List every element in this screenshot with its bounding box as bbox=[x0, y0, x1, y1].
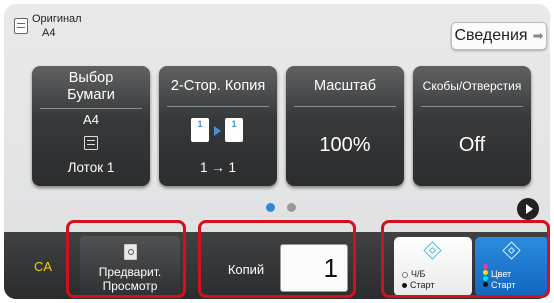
scale-tile[interactable]: Масштаб 100% bbox=[286, 66, 404, 186]
page-b-num: 1 bbox=[231, 119, 237, 129]
original-size: A4 bbox=[42, 27, 56, 39]
paper-select-title: Выбор Бумаги bbox=[67, 70, 115, 103]
paper-size-value: A4 bbox=[83, 112, 99, 127]
tray-value: Лоток 1 bbox=[67, 160, 115, 175]
page-a-num: 1 bbox=[197, 119, 203, 129]
duplex-arrow bbox=[214, 126, 221, 136]
page-dot-active[interactable] bbox=[266, 203, 275, 212]
tile-divider bbox=[40, 108, 142, 109]
tile-divider bbox=[167, 106, 269, 107]
details-label: Сведения bbox=[454, 27, 528, 44]
staple-punch-tile[interactable]: Скобы/Отверстия Off bbox=[413, 66, 531, 186]
scale-value: 100% bbox=[319, 134, 371, 156]
highlight-frame-preview bbox=[66, 220, 186, 298]
scale-title: Масштаб bbox=[313, 78, 377, 94]
page-a: 1 bbox=[191, 118, 209, 142]
duplex-value: 1 → 1 bbox=[199, 160, 237, 175]
highlight-frame-start bbox=[381, 220, 550, 298]
staple-punch-title: Скобы/Отверстия bbox=[422, 79, 522, 93]
duplex-copy-tile[interactable]: 2-Стор. Копия 1 1 1 → 1 bbox=[159, 66, 277, 186]
duplex-icon: 1 1 bbox=[191, 118, 247, 144]
document-icon bbox=[14, 18, 28, 34]
original-info[interactable]: Оригинал A4 bbox=[14, 12, 82, 40]
paper-select-tile[interactable]: Выбор Бумаги A4 Лоток 1 bbox=[32, 66, 150, 186]
page-dot[interactable] bbox=[287, 203, 296, 212]
ca-button[interactable]: CA bbox=[34, 259, 52, 274]
next-page-icon[interactable] bbox=[517, 198, 539, 220]
page-b: 1 bbox=[225, 118, 243, 142]
highlight-frame-copies bbox=[198, 220, 356, 298]
tray-icon bbox=[84, 136, 98, 150]
original-text: Оригинал A4 bbox=[32, 12, 82, 40]
staple-punch-value: Off bbox=[458, 134, 486, 156]
duplex-copy-title: 2-Стор. Копия bbox=[170, 78, 266, 94]
arrow-right-icon: ➡ bbox=[532, 28, 544, 43]
tile-divider bbox=[294, 106, 396, 107]
tile-divider bbox=[421, 106, 523, 107]
original-label: Оригинал bbox=[32, 13, 82, 25]
details-button[interactable]: Сведения ➡ bbox=[451, 22, 547, 50]
